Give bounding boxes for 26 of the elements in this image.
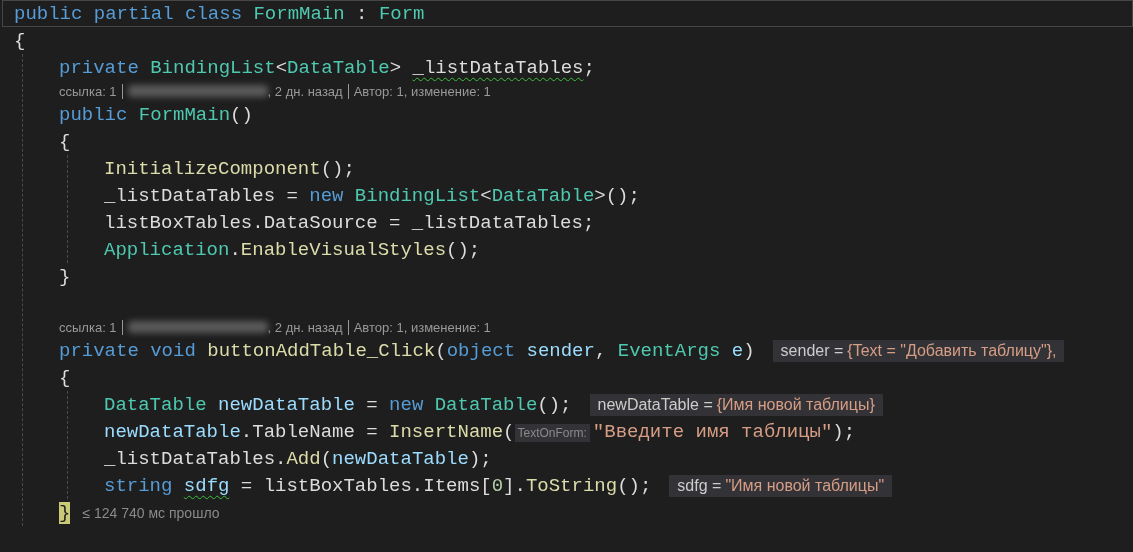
code-line: newDataTable.TableName = InsertName(TextOnForm: "Введите имя таблицы");	[104, 420, 856, 443]
code-line: public FormMain()	[59, 103, 253, 126]
authors-link[interactable]: Автор: 1, изменение: 1	[353, 83, 491, 99]
date-text: , 2 дн. назад	[267, 319, 343, 335]
date-text: , 2 дн. назад	[267, 83, 343, 99]
code-line: _listDataTables.Add(newDataTable);	[104, 447, 492, 470]
code-line: _listDataTables = new BindingList<DataTable>();	[104, 184, 640, 207]
perf-tip: ≤ 124 740 мс прошло	[82, 504, 220, 521]
code-line: listBoxTables.DataSource = _listDataTables;	[104, 211, 595, 234]
code-line: {	[59, 366, 71, 389]
references-link[interactable]: ссылка: 1	[59, 83, 117, 99]
code-line: InitializeComponent();	[104, 157, 355, 180]
code-line: private BindingList<DataTable> _listDataTables;	[59, 56, 595, 79]
code-line: Application.EnableVisualStyles();	[104, 238, 481, 261]
code-line: {	[59, 130, 71, 153]
code-line: private void buttonAddTable_Click(object sender, EventArgs e)	[59, 339, 755, 362]
code-line: {	[14, 29, 26, 52]
code-line: }	[59, 265, 71, 288]
code-line: public partial class FormMain : Form	[14, 2, 425, 25]
datatip[interactable]: sender = {Text = "Добавить таблицу"},	[772, 339, 1065, 362]
code-line: DataTable newDataTable = new DataTable();	[104, 393, 572, 416]
datatip[interactable]: sdfg = "Имя новой таблицы"	[669, 474, 893, 497]
references-link[interactable]: ссылка: 1	[59, 319, 117, 335]
code-line: string sdfg = listBoxTables.Items[0].ToString();	[104, 474, 652, 497]
authors-link[interactable]: Автор: 1, изменение: 1	[353, 319, 491, 335]
datatip[interactable]: newDataTable = {Имя новой таблицы}	[589, 393, 883, 416]
